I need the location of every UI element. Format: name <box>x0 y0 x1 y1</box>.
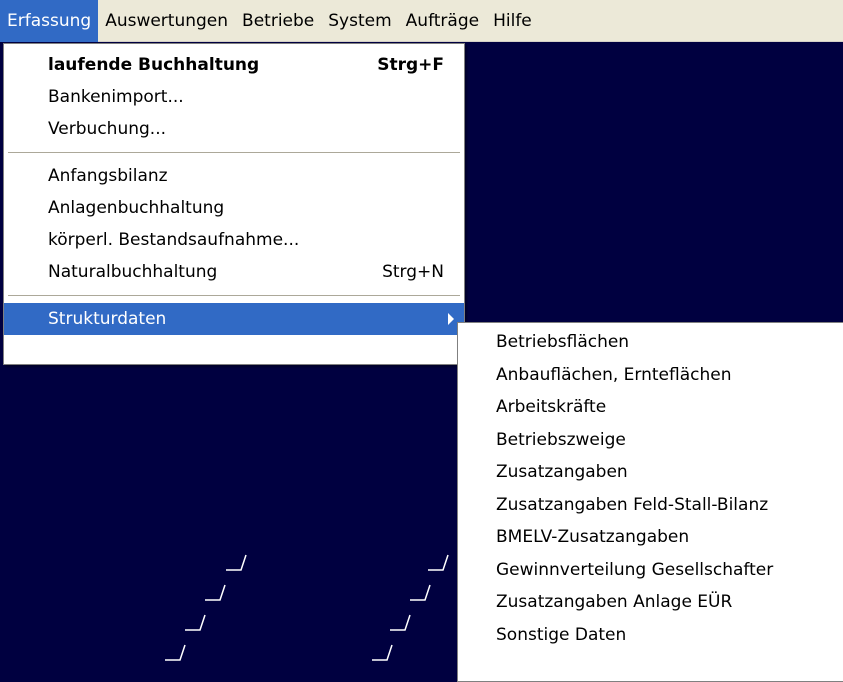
menu-item-label: körperl. Bestandsaufnahme... <box>48 230 300 250</box>
menu-item-naturalbuchhaltung[interactable]: Naturalbuchhaltung Strg+N <box>4 256 464 288</box>
submenu-item-betriebszweige[interactable]: Betriebszweige <box>458 424 843 457</box>
menu-item-label: Zusatzangaben <box>496 462 628 482</box>
menu-item-label: laufende Buchhaltung <box>48 55 260 75</box>
menu-item-label: Betriebsflächen <box>496 332 630 352</box>
menu-item-label: Strukturdaten <box>48 309 167 329</box>
menu-item-laufende-buchhaltung[interactable]: laufende Buchhaltung Strg+F <box>4 49 464 81</box>
menu-item-anfangsbilanz[interactable]: Anfangsbilanz <box>4 160 464 192</box>
menu-item-label: Anlagenbuchhaltung <box>48 198 225 218</box>
submenu-item-gewinnverteilung[interactable]: Gewinnverteilung Gesellschafter <box>458 554 843 587</box>
submenu-item-anbauflaechen[interactable]: Anbauflächen, Ernteflächen <box>458 359 843 392</box>
menu-item-strukturdaten[interactable]: Strukturdaten <box>4 303 464 335</box>
menu-item-shortcut: Strg+F <box>377 55 444 75</box>
menu-item-label: Bankenimport... <box>48 87 184 107</box>
menu-item-label: Sonstige Daten <box>496 624 627 645</box>
erfassung-dropdown: laufende Buchhaltung Strg+F Bankenimport… <box>3 43 465 365</box>
strukturdaten-submenu: Betriebsflächen Anbauflächen, Erntefläch… <box>457 322 843 682</box>
submenu-item-bmelv-zusatzangaben[interactable]: BMELV-Zusatzangaben <box>458 521 843 554</box>
menu-separator <box>8 152 460 153</box>
menu-item-bestandsaufnahme[interactable]: körperl. Bestandsaufnahme... <box>4 224 464 256</box>
menu-item-verbuchung[interactable]: Verbuchung... <box>4 113 464 145</box>
menu-item-label: Anfangsbilanz <box>48 166 168 186</box>
submenu-item-feld-stall-bilanz[interactable]: Zusatzangaben Feld-Stall-Bilanz <box>458 489 843 522</box>
menu-item-label: Verbuchung... <box>48 119 166 139</box>
menu-item-label: Zusatzangaben Feld-Stall-Bilanz <box>496 494 769 515</box>
menu-item-shortcut: Strg+N <box>382 262 444 282</box>
submenu-item-arbeitskraefte[interactable]: Arbeitskräfte <box>458 391 843 424</box>
menu-item-anlagenbuchhaltung[interactable]: Anlagenbuchhaltung <box>4 192 464 224</box>
submenu-item-anlage-euer[interactable]: Zusatzangaben Anlage EÜR <box>458 586 843 619</box>
menu-separator <box>8 295 460 296</box>
menu-item-label: Naturalbuchhaltung <box>48 262 218 282</box>
submenu-item-betriebsflaechen[interactable]: Betriebsflächen <box>458 326 843 359</box>
menu-item-label: Anbauflächen, Ernteflächen <box>496 364 732 385</box>
submenu-item-zusatzangaben[interactable]: Zusatzangaben <box>458 456 843 489</box>
menu-item-bankenimport[interactable]: Bankenimport... <box>4 81 464 113</box>
menu-item-label: Gewinnverteilung Gesellschafter <box>496 559 774 580</box>
submenu-item-sonstige-daten[interactable]: Sonstige Daten <box>458 619 843 652</box>
menu-item-label: BMELV-Zusatzangaben <box>496 527 690 547</box>
menu-item-label: Arbeitskräfte <box>496 397 607 417</box>
submenu-arrow-icon <box>448 313 454 325</box>
menu-item-label: Zusatzangaben Anlage EÜR <box>496 592 733 612</box>
menu-item-label: Betriebszweige <box>496 429 626 450</box>
